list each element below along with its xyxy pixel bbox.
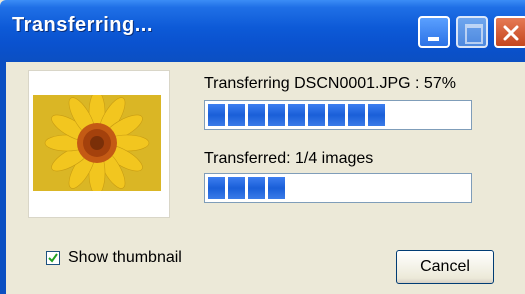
- progress-segment: [268, 177, 285, 199]
- title-bar[interactable]: Transferring...: [0, 0, 525, 62]
- sunflower-thumbnail: [33, 95, 161, 191]
- progress-segment: [368, 104, 385, 126]
- progress-segment: [228, 177, 245, 199]
- thumbnail-frame: [28, 70, 170, 218]
- maximize-icon[interactable]: [456, 16, 488, 48]
- close-icon[interactable]: [494, 16, 525, 48]
- progress-segment: [208, 177, 225, 199]
- checkmark-icon: [48, 253, 58, 263]
- progress-segment: [328, 104, 345, 126]
- progress-segment: [288, 104, 305, 126]
- overall-status-text: Transferred: 1/4 images: [204, 150, 374, 167]
- progress-segment: [208, 104, 225, 126]
- transfer-dialog: Transferring... Transferring DSCN0001.JP…: [0, 0, 525, 294]
- dialog-body: Transferring DSCN0001.JPG : 57% Transfer…: [6, 62, 525, 294]
- progress-segment: [268, 104, 285, 126]
- file-status-text: Transferring DSCN0001.JPG : 57%: [204, 75, 456, 92]
- progress-segment: [248, 104, 265, 126]
- show-thumbnail-label[interactable]: Show thumbnail: [68, 249, 182, 267]
- overall-progress-bar: [204, 173, 472, 203]
- progress-segment: [248, 177, 265, 199]
- file-progress-fill: [208, 104, 468, 126]
- file-progress-bar: [204, 100, 472, 130]
- progress-segment: [348, 104, 365, 126]
- progress-segment: [308, 104, 325, 126]
- overall-progress-fill: [208, 177, 468, 199]
- minimize-icon[interactable]: [418, 16, 450, 48]
- window-title: Transferring...: [12, 14, 153, 36]
- progress-segment: [228, 104, 245, 126]
- cancel-button[interactable]: Cancel: [396, 250, 494, 284]
- show-thumbnail-checkbox[interactable]: [46, 251, 60, 265]
